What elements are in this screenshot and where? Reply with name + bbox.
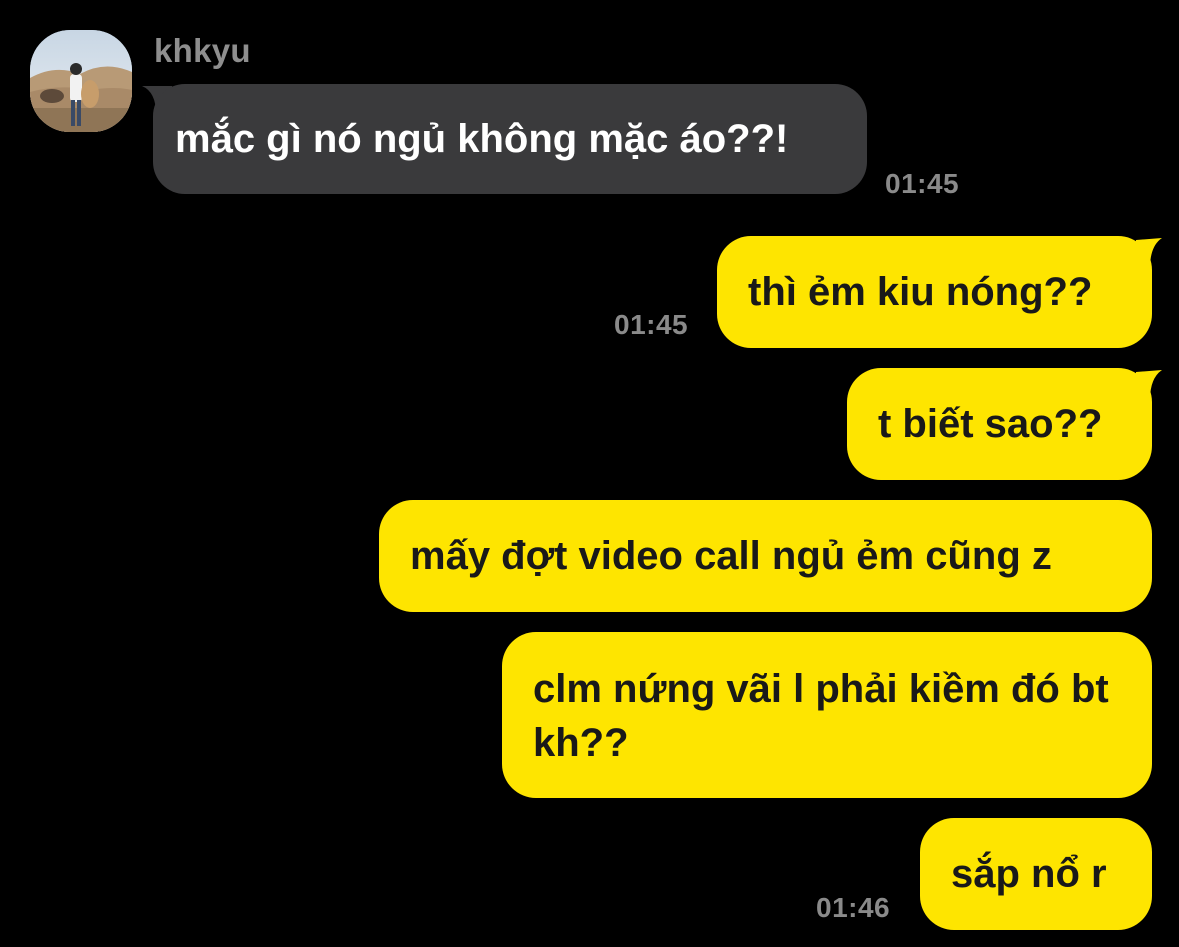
- outgoing-message-bubble[interactable]: t biết sao??: [847, 368, 1152, 480]
- message-text: t biết sao??: [878, 402, 1103, 446]
- outgoing-message-bubble[interactable]: mấy đợt video call ngủ ẻm cũng z: [379, 500, 1152, 612]
- avatar-photo-icon: [30, 30, 132, 132]
- message-text: mấy đợt video call ngủ ẻm cũng z: [410, 534, 1052, 578]
- message-timestamp: 01:45: [614, 309, 689, 340]
- outgoing-message-bubble[interactable]: thì ẻm kiu nóng??: [717, 236, 1152, 348]
- incoming-message-bubble[interactable]: mắc gì nó ngủ không mặc áo??!: [153, 84, 867, 194]
- message-text: sắp nổ r: [951, 852, 1107, 896]
- message-timestamp: 01:46: [816, 892, 891, 923]
- sender-name: khkyu: [154, 32, 251, 69]
- message-text: mắc gì nó ngủ không mặc áo??!: [175, 117, 789, 161]
- message-text: thì ẻm kiu nóng??: [748, 270, 1093, 314]
- avatar[interactable]: [30, 30, 132, 132]
- outgoing-message-bubble[interactable]: clm nứng vãi l phải kiềm đó bt kh??: [502, 632, 1152, 798]
- message-text: clm nứng vãi l phải kiềm đó bt kh??: [533, 667, 1109, 765]
- outgoing-message-bubble[interactable]: sắp nổ r: [920, 818, 1152, 930]
- message-timestamp: 01:45: [885, 168, 960, 199]
- chat-thread[interactable]: khkyu mắc gì nó ngủ không mặc áo??! 01:4…: [0, 0, 1179, 947]
